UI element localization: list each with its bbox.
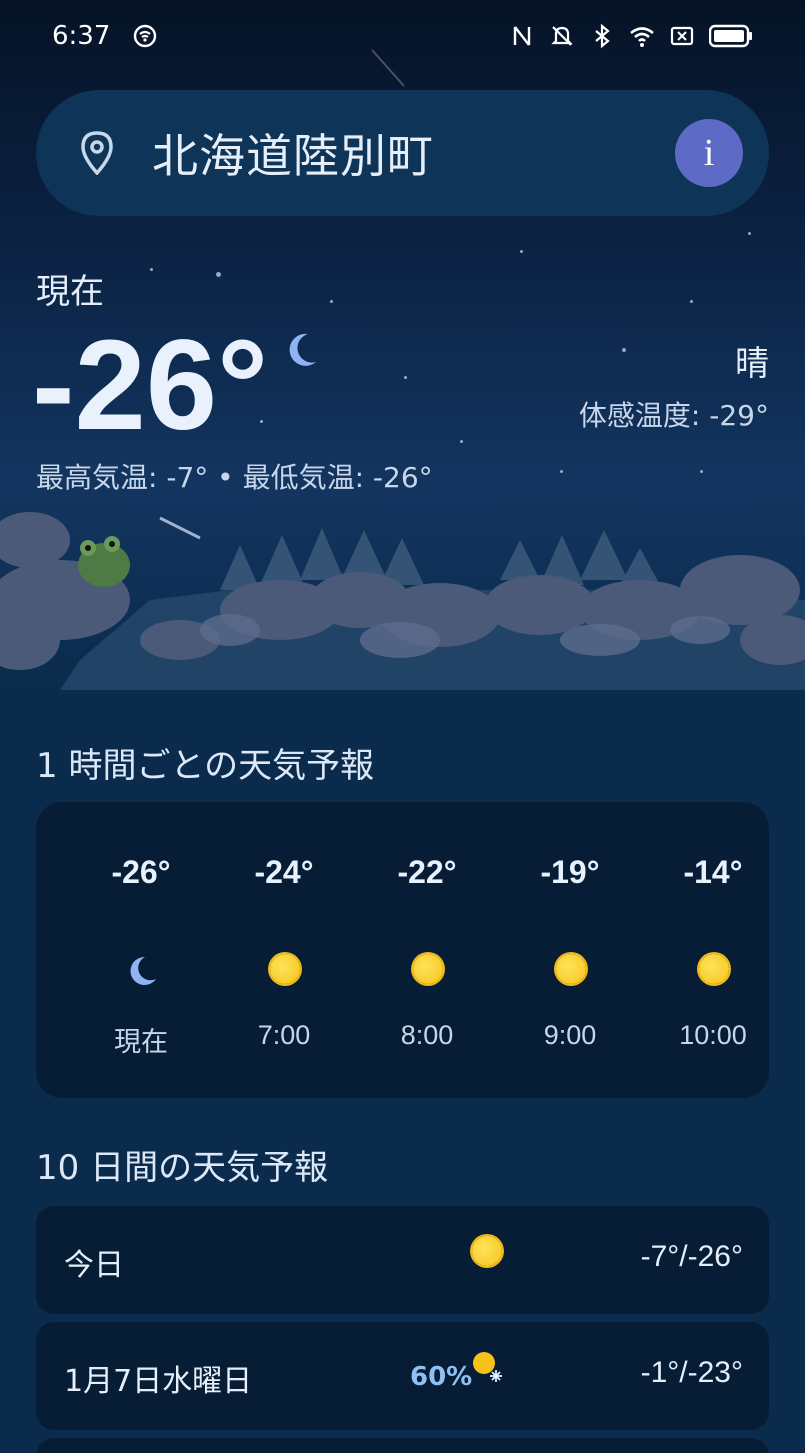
sun-icon [699, 954, 729, 984]
bluetooth-icon [595, 23, 610, 49]
sun-icon [556, 954, 586, 984]
hourly-time: 8:00 [400, 1020, 454, 1050]
high-low-temperature: 最高気温: -7° • 最低気温: -26° [36, 461, 433, 494]
hourly-time: 現在 [114, 1027, 168, 1057]
hourly-temp: -24° [254, 854, 314, 890]
sun-snow-icon [473, 1352, 502, 1382]
hourly-temp: -14° [683, 854, 743, 890]
hourly-temp: -19° [540, 854, 600, 890]
nfc-icon [513, 26, 531, 46]
current-temperature: -26° [32, 314, 269, 457]
status-time: 6:37 [52, 21, 111, 51]
daily-row-today[interactable]: 今日 -7°/-26° [36, 1206, 769, 1314]
sun-icon [472, 1236, 502, 1266]
hourly-temp: -26° [111, 854, 171, 890]
no-sim-icon [670, 26, 694, 46]
wifi-icon [630, 27, 654, 47]
hourly-forecast-title: 1 時間ごとの天気予報 [36, 746, 375, 786]
day-temperatures: -7°/-26° [640, 1240, 743, 1273]
sun-icon [413, 954, 443, 984]
location-name: 北海道陸別町 [152, 129, 434, 183]
location-pin-icon [81, 131, 113, 175]
current-label: 現在 [36, 272, 104, 312]
sun-icon [270, 954, 300, 984]
location-search-bar[interactable]: 北海道陸別町 i [36, 90, 769, 216]
hourly-time: 10:00 [679, 1020, 747, 1050]
info-button[interactable]: i [675, 119, 743, 187]
mute-bell-icon [551, 26, 573, 46]
current-condition: 晴 [735, 344, 769, 384]
moon-icon [289, 333, 316, 366]
daily-row-jan7[interactable]: 1月7日水曜日 60% -1°/-23° [36, 1322, 769, 1430]
battery-icon [709, 24, 752, 48]
hourly-time: 7:00 [257, 1020, 311, 1050]
feels-like: 体感温度: -29° [578, 399, 769, 432]
day-temperatures: -1°/-23° [640, 1356, 743, 1389]
day-name: 今日 [64, 1248, 124, 1283]
daily-row-next[interactable] [36, 1438, 769, 1453]
hourly-temp: -22° [397, 854, 457, 890]
hourly-forecast-card[interactable]: -26° 現在 -24° 7:00 -22° 8:00 -19° 9:00 -1… [36, 802, 769, 1098]
daily-forecast-title: 10 日間の天気予報 [36, 1148, 329, 1188]
hotspot-icon [134, 24, 157, 48]
precipitation-chance: 60% [410, 1362, 473, 1392]
hourly-time: 9:00 [543, 1020, 597, 1050]
day-name: 1月7日水曜日 [64, 1364, 253, 1399]
moon-icon [130, 956, 156, 985]
status-bar: 6:37 [0, 0, 805, 72]
